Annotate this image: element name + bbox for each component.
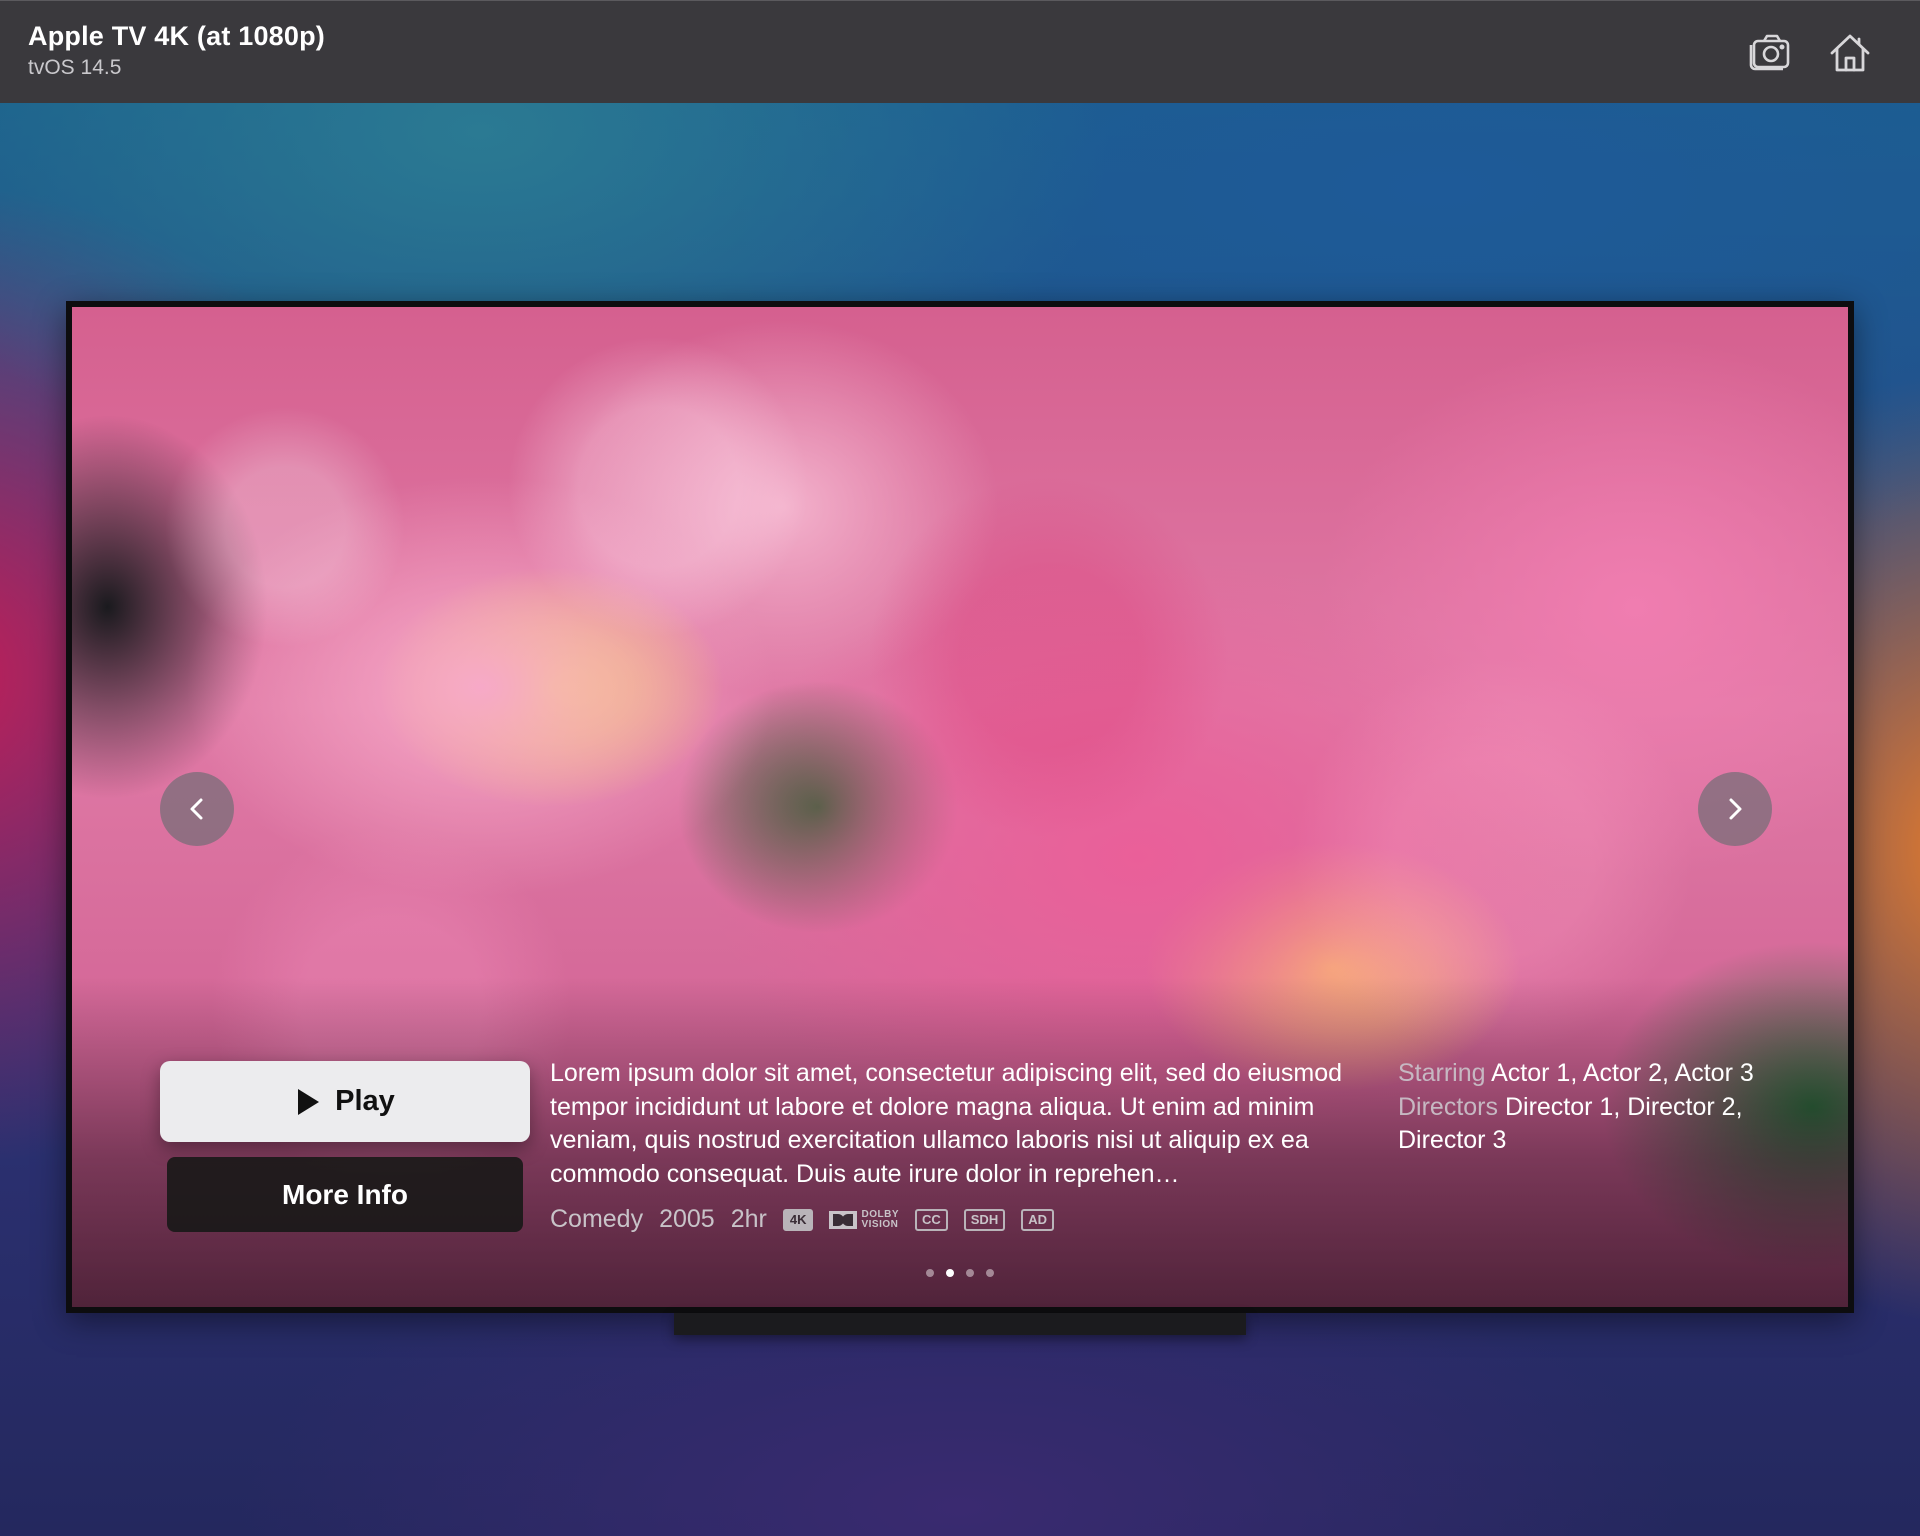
page-dot-2[interactable] xyxy=(946,1269,954,1277)
dolby-text-bottom: VISION xyxy=(861,1218,899,1230)
directors-line: Directors Director 1, Director 2, Direct… xyxy=(1398,1091,1778,1158)
4k-badge: 4K xyxy=(782,1208,814,1231)
home-button[interactable] xyxy=(1826,29,1874,77)
sdh-badge: SDH xyxy=(963,1208,1006,1231)
page-dot-1[interactable] xyxy=(926,1269,934,1277)
tv-frame: Play More Info Lorem ipsum dolor sit ame… xyxy=(66,301,1854,1313)
chevron-right-icon xyxy=(1729,798,1742,820)
play-label: Play xyxy=(335,1085,395,1117)
dolby-vision-badge: DOLBY VISION xyxy=(829,1209,899,1230)
genre: Comedy xyxy=(550,1205,644,1233)
dolby-icon xyxy=(829,1210,858,1229)
starring-line: Starring Actor 1, Actor 2, Actor 3 xyxy=(1398,1057,1778,1091)
metadata-row: Comedy 2005 2hr 4K DOLBY VISION CC SDH A… xyxy=(550,1205,1054,1234)
starring-value: Actor 1, Actor 2, Actor 3 xyxy=(1491,1059,1754,1087)
directors-label: Directors xyxy=(1398,1092,1499,1121)
cc-badge: CC xyxy=(914,1208,948,1231)
chevron-left-icon xyxy=(190,798,203,820)
camera-icon xyxy=(1749,34,1790,71)
tv-screen: Play More Info Lorem ipsum dolor sit ame… xyxy=(72,307,1848,1307)
play-icon xyxy=(298,1088,320,1115)
device-name: Apple TV 4K (at 1080p) xyxy=(28,21,325,51)
credits: Starring Actor 1, Actor 2, Actor 3 Direc… xyxy=(1398,1057,1778,1158)
os-version: tvOS 14.5 xyxy=(28,56,122,79)
next-arrow-button[interactable] xyxy=(1698,772,1772,846)
page-dot-3[interactable] xyxy=(966,1269,974,1277)
year: 2005 xyxy=(659,1205,715,1233)
page-indicator xyxy=(72,1269,1848,1277)
more-info-button[interactable]: More Info xyxy=(167,1157,523,1232)
home-icon xyxy=(1830,34,1870,72)
previous-arrow-button[interactable] xyxy=(160,772,234,846)
screenshot-button[interactable] xyxy=(1746,29,1794,77)
duration: 2hr xyxy=(730,1205,767,1233)
play-button[interactable]: Play xyxy=(160,1061,530,1142)
simulator-titlebar: Apple TV 4K (at 1080p) tvOS 14.5 xyxy=(0,0,1920,103)
page-dot-4[interactable] xyxy=(986,1269,994,1277)
description-text: Lorem ipsum dolor sit amet, consectetur … xyxy=(550,1059,1343,1188)
more-info-label: More Info xyxy=(282,1178,408,1210)
ad-badge: AD xyxy=(1021,1208,1054,1231)
starring-label: Starring xyxy=(1398,1059,1486,1087)
tv-stand xyxy=(674,1313,1246,1335)
